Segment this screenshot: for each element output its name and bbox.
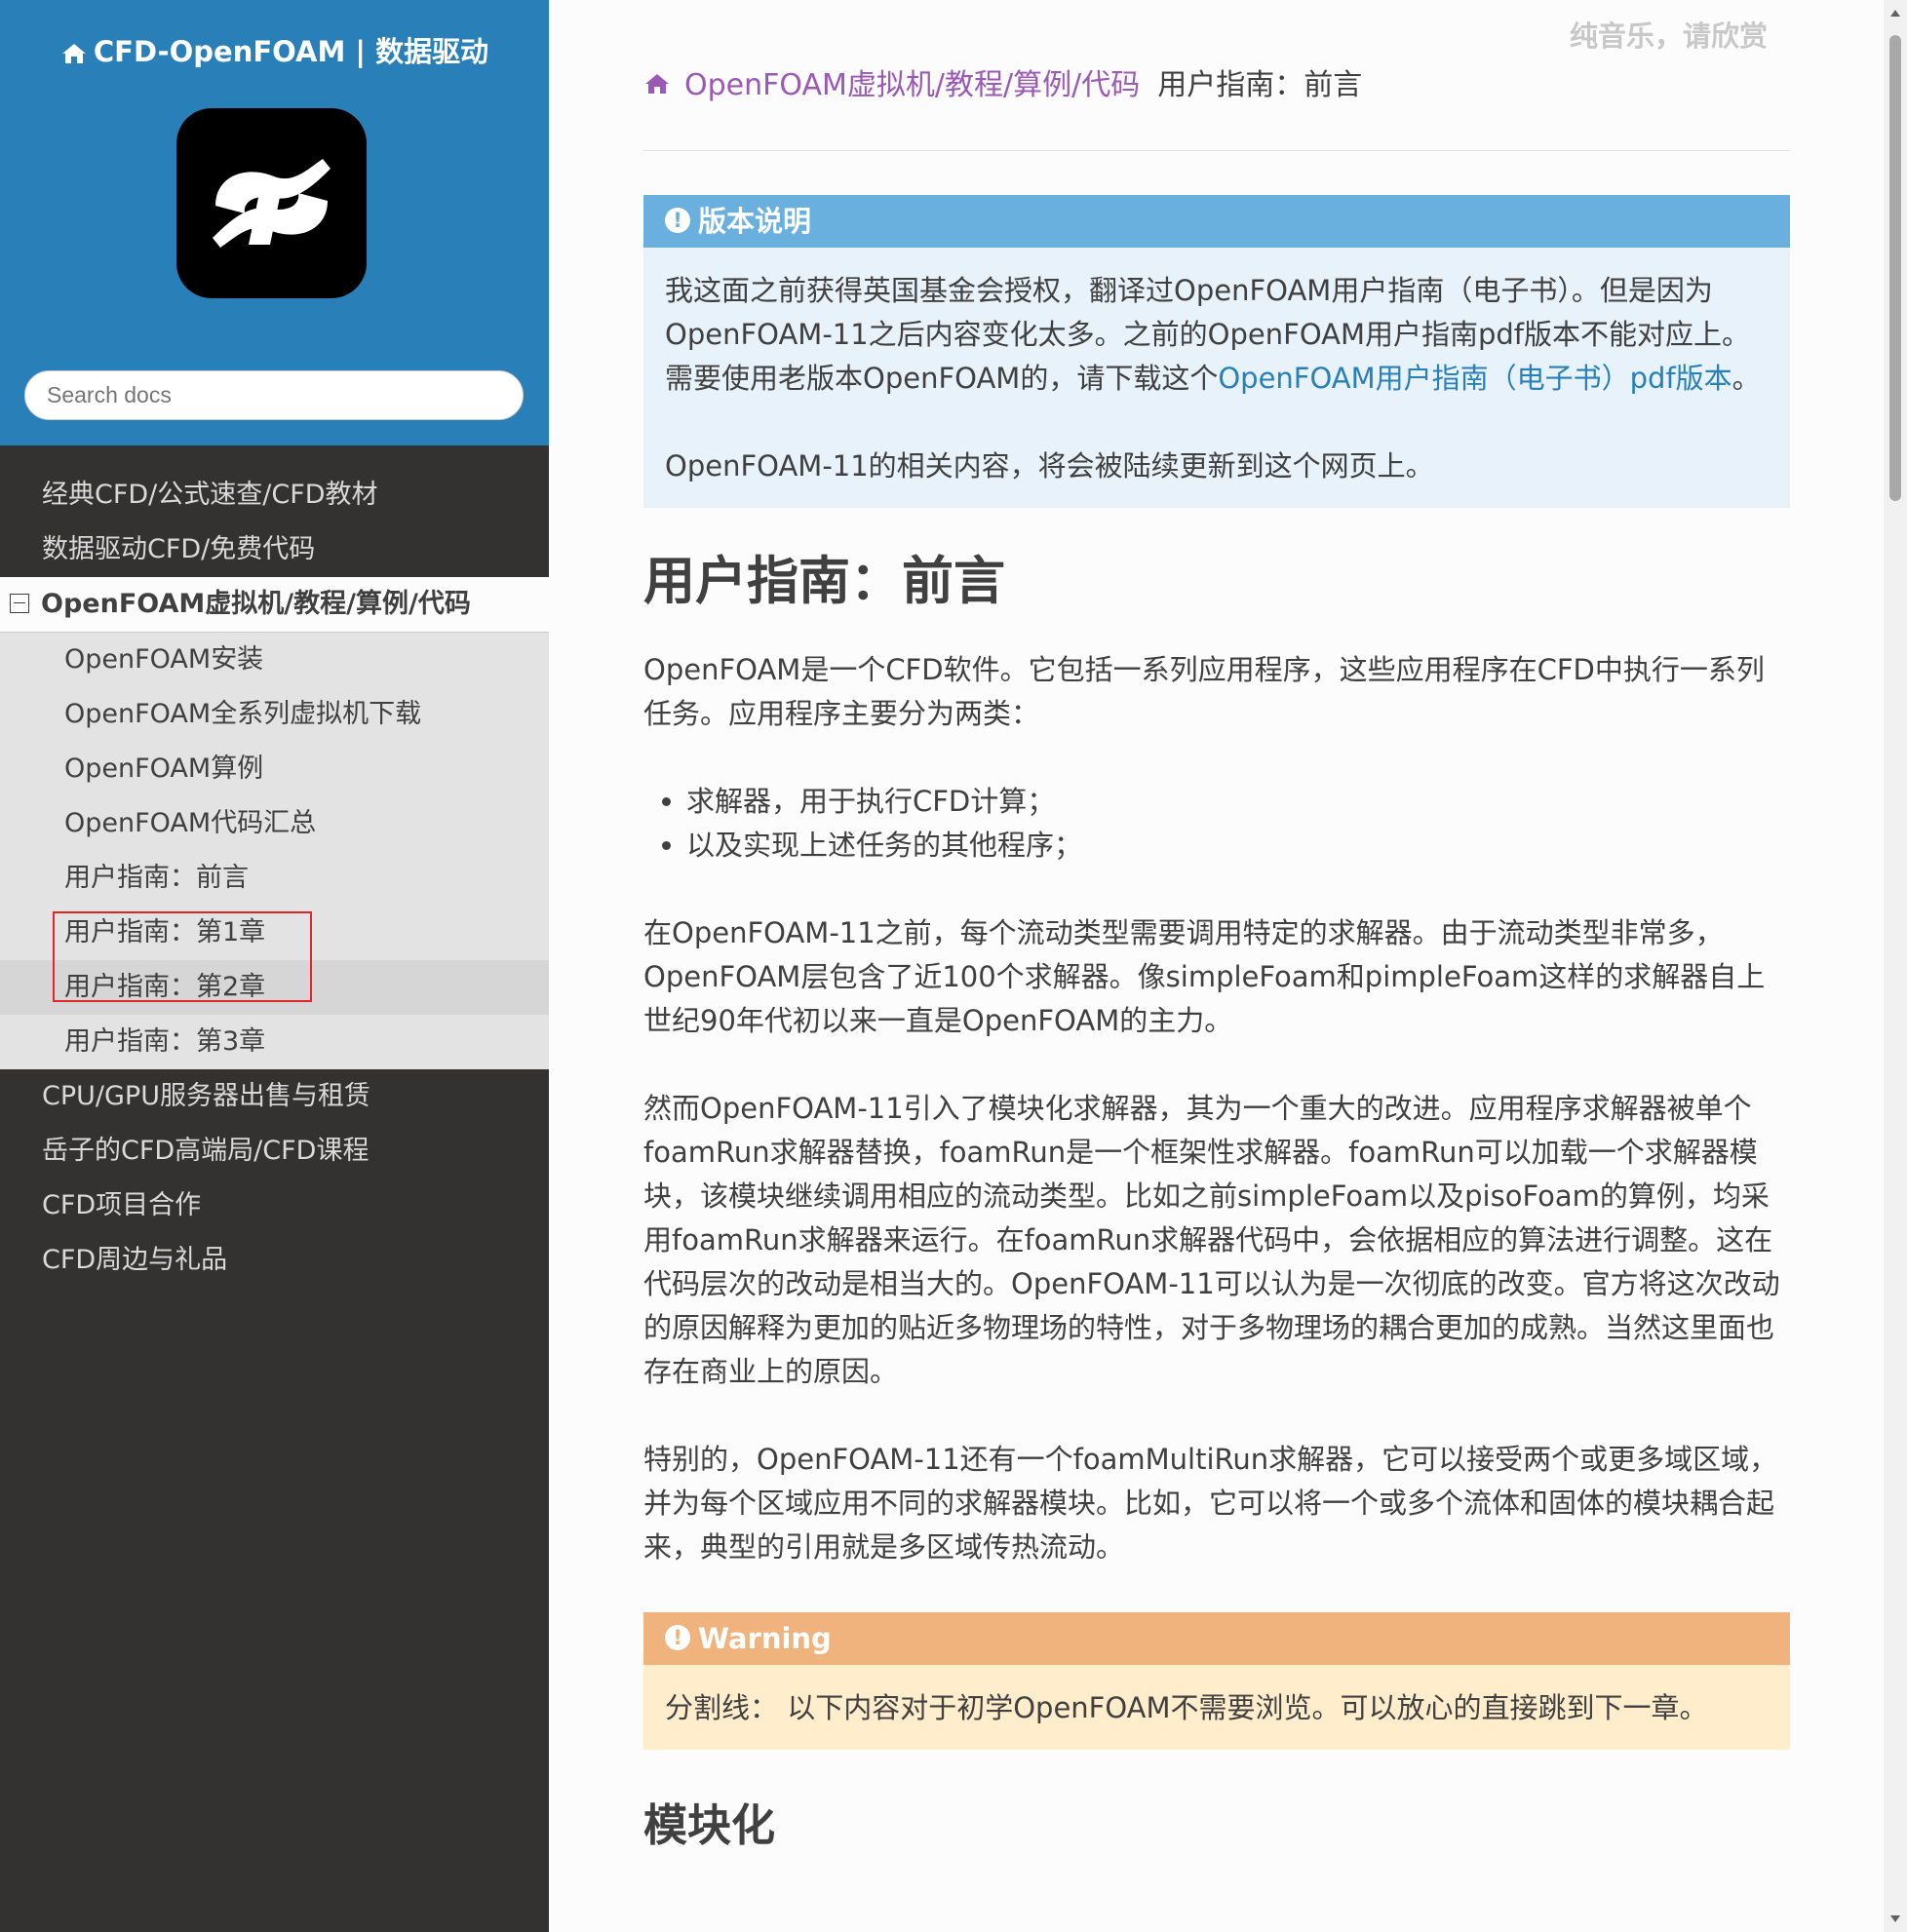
sidebar-item-servers[interactable]: CPU/GPU服务器出售与租赁 bbox=[0, 1069, 549, 1124]
scroll-up-icon[interactable] bbox=[1890, 10, 1900, 17]
scrollbar-thumb[interactable] bbox=[1889, 35, 1901, 501]
search-input[interactable] bbox=[24, 370, 524, 420]
list-item: 求解器，用于执行CFD计算； bbox=[686, 780, 1790, 824]
brand-link[interactable]: CFD-OpenFOAM | 数据驱动 bbox=[0, 29, 549, 70]
main-content: ! 版本说明 我这面之前获得英国基金会授权，翻译过OpenFOAM用户指南（电子书… bbox=[643, 195, 1790, 1853]
collapse-icon[interactable] bbox=[10, 593, 29, 613]
intro-paragraph: OpenFOAM是一个CFD软件。它包括一系列应用程序，这些应用程序在CFD中执… bbox=[643, 653, 1765, 730]
logo-icon bbox=[213, 159, 331, 248]
warning-title: ! Warning bbox=[643, 1612, 1790, 1665]
bullet-list: 求解器，用于执行CFD计算； 以及实现上述任务的其他程序； bbox=[643, 780, 1790, 868]
list-item: 以及实现上述任务的其他程序； bbox=[686, 824, 1790, 868]
paragraph: 然而OpenFOAM-11引入了模块化求解器，其为一个重大的改进。应用程序求解器… bbox=[643, 1092, 1780, 1388]
note-body: 我这面之前获得英国基金会授权，翻译过OpenFOAM用户指南（电子书）。但是因为… bbox=[643, 248, 1790, 508]
page-title: 用户指南：前言 bbox=[643, 552, 1005, 611]
note-text-end: 。 bbox=[1732, 362, 1761, 395]
sidebar-item-openfoam-label: OpenFOAM虚拟机/教程/算例/代码 bbox=[41, 589, 471, 619]
home-icon bbox=[61, 44, 86, 63]
sidebar-subitem-cases[interactable]: OpenFOAM算例 bbox=[0, 742, 549, 796]
sidebar-item-courses[interactable]: 岳子的CFD高端局/CFD课程 bbox=[0, 1124, 549, 1179]
scroll-down-icon[interactable] bbox=[1890, 1915, 1900, 1922]
warning-body: 分割线： 以下内容对于初学OpenFOAM不需要浏览。可以放心的直接跳到下一章。 bbox=[665, 1691, 1708, 1724]
sidebar-item-data-driven-cfd[interactable]: 数据驱动CFD/免费代码 bbox=[0, 522, 549, 577]
warning-admonition: ! Warning 分割线： 以下内容对于初学OpenFOAM不需要浏览。可以放心… bbox=[643, 1612, 1790, 1750]
watermark-text: 纯音乐，请欣赏 bbox=[1570, 19, 1769, 53]
sidebar-subitem-guide-ch3[interactable]: 用户指南：第3章 bbox=[0, 1015, 549, 1069]
pdf-download-link[interactable]: OpenFOAM用户指南（电子书）pdf版本 bbox=[1218, 362, 1732, 395]
paragraph: 在OpenFOAM-11之前，每个流动类型需要调用特定的求解器。由于流动类型非常… bbox=[643, 916, 1766, 1037]
sidebar-subitem-guide-preface[interactable]: 用户指南：前言 bbox=[0, 851, 549, 906]
breadcrumb: OpenFOAM虚拟机/教程/算例/代码 用户指南：前言 bbox=[643, 60, 1362, 103]
note-admonition: ! 版本说明 我这面之前获得英国基金会授权，翻译过OpenFOAM用户指南（电子书… bbox=[643, 195, 1790, 508]
sidebar-item-openfoam[interactable]: OpenFOAM虚拟机/教程/算例/代码 bbox=[0, 577, 549, 633]
warning-title-text: Warning bbox=[698, 1622, 832, 1655]
sidebar-item-cooperation[interactable]: CFD项目合作 bbox=[0, 1179, 549, 1233]
site-logo[interactable] bbox=[176, 108, 367, 298]
sidebar-item-gifts[interactable]: CFD周边与礼品 bbox=[0, 1233, 549, 1288]
sidebar-subnav: OpenFOAM安装 OpenFOAM全系列虚拟机下载 OpenFOAM算例 O… bbox=[0, 633, 549, 1069]
breadcrumb-current: 用户指南：前言 bbox=[1157, 68, 1363, 102]
note-title: ! 版本说明 bbox=[643, 195, 1790, 248]
scrollbar[interactable] bbox=[1884, 0, 1907, 1932]
section-heading: 模块化 bbox=[643, 1799, 776, 1851]
note-paragraph: 我这面之前获得英国基金会授权，翻译过OpenFOAM用户指南（电子书）。但是因为… bbox=[665, 269, 1769, 401]
highlight-box bbox=[53, 911, 312, 1002]
sidebar-subitem-code[interactable]: OpenFOAM代码汇总 bbox=[0, 796, 549, 851]
paragraph: 特别的，OpenFOAM-11还有一个foamMultiRun求解器，它可以接受… bbox=[643, 1443, 1778, 1564]
sidebar-nav: 经典CFD/公式速查/CFD教材 数据驱动CFD/免费代码 OpenFOAM虚拟… bbox=[0, 468, 549, 1288]
sidebar-header: CFD-OpenFOAM | 数据驱动 bbox=[0, 0, 549, 445]
exclamation-icon: ! bbox=[665, 208, 690, 233]
sidebar-subitem-vm-download[interactable]: OpenFOAM全系列虚拟机下载 bbox=[0, 687, 549, 742]
note-title-text: 版本说明 bbox=[698, 205, 812, 238]
brand-title: CFD-OpenFOAM | 数据驱动 bbox=[93, 35, 489, 68]
divider bbox=[643, 150, 1790, 151]
sidebar-item-classic-cfd[interactable]: 经典CFD/公式速查/CFD教材 bbox=[0, 468, 549, 522]
exclamation-icon: ! bbox=[665, 1625, 690, 1650]
sidebar-subitem-install[interactable]: OpenFOAM安装 bbox=[0, 633, 549, 687]
breadcrumb-link[interactable]: OpenFOAM虚拟机/教程/算例/代码 bbox=[684, 68, 1140, 102]
note-paragraph-2: OpenFOAM-11的相关内容，将会被陆续更新到这个网页上。 bbox=[665, 449, 1434, 483]
home-icon[interactable] bbox=[643, 72, 671, 96]
